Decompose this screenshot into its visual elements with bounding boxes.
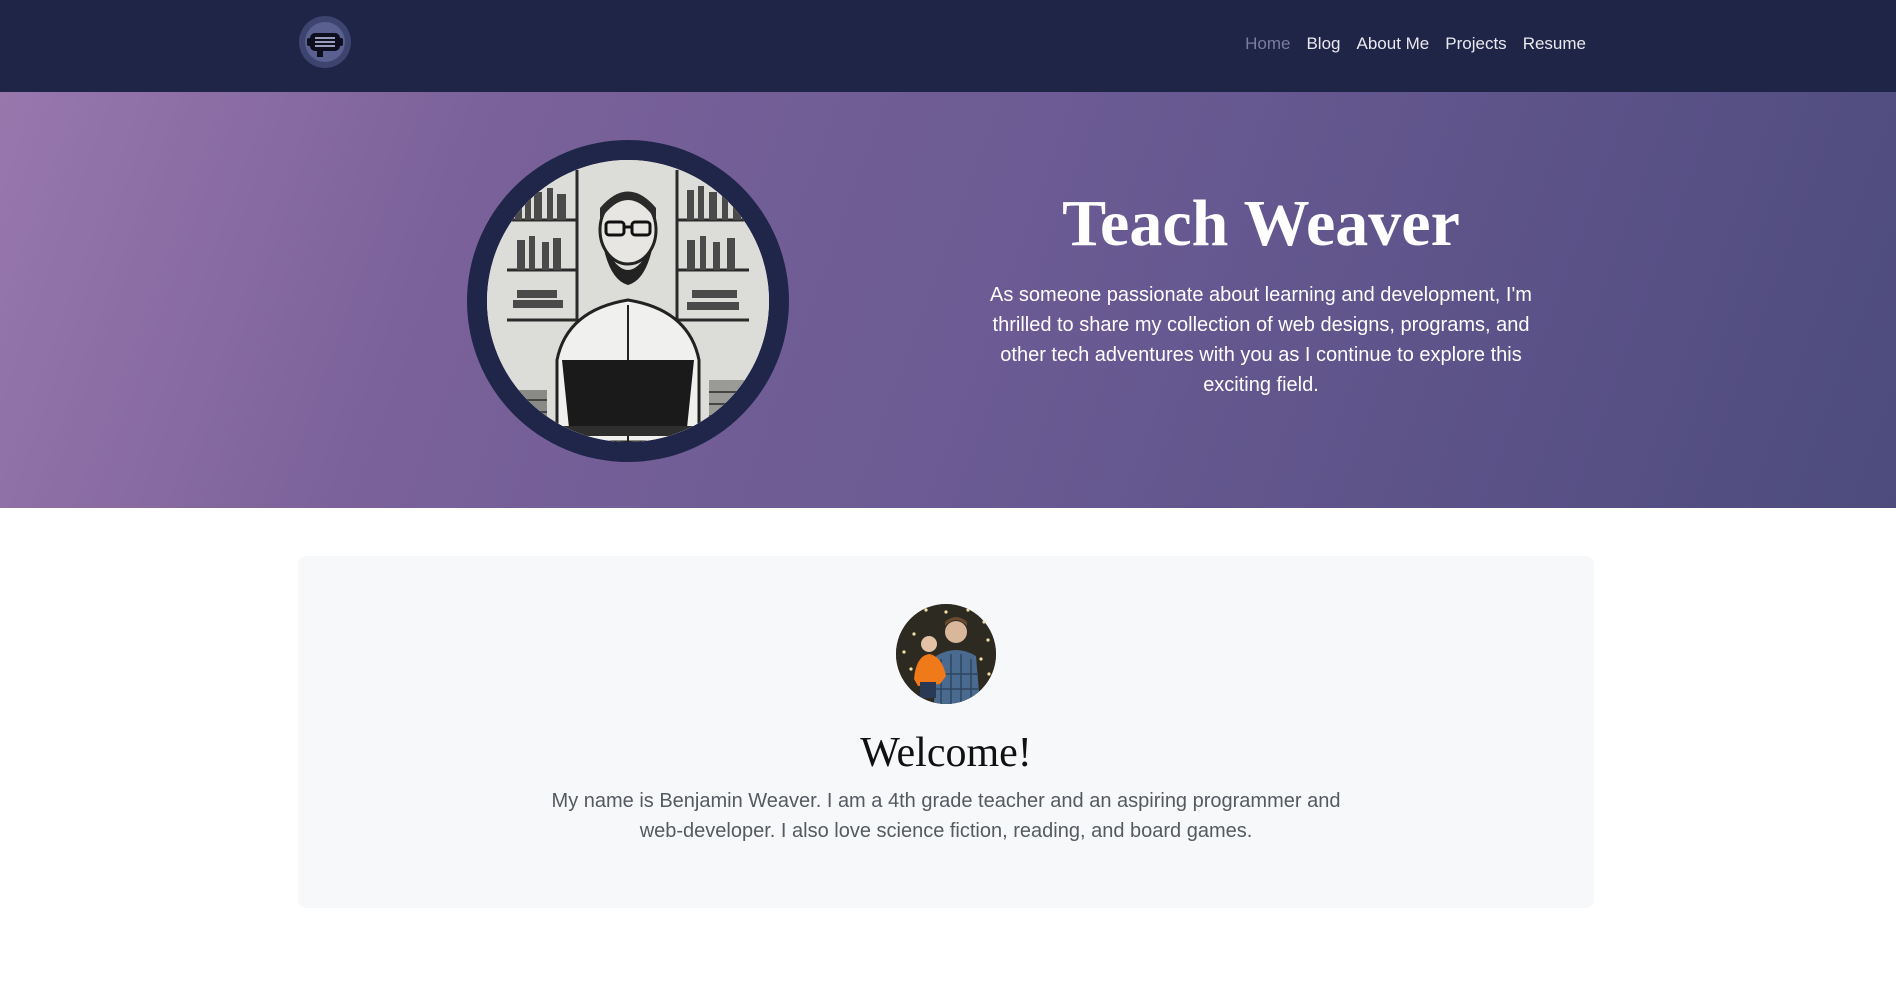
welcome-title: Welcome!: [860, 730, 1032, 776]
nav-resume-link[interactable]: Resume: [1523, 33, 1586, 55]
hero-portrait-frame: [467, 140, 789, 462]
logo-icon[interactable]: [299, 16, 351, 68]
navbar: Home Blog About Me Projects Resume: [0, 0, 1896, 92]
avatar: [896, 604, 996, 704]
hero-illustration: [487, 160, 769, 442]
hero-title: Teach Weaver: [1062, 187, 1460, 260]
nav-projects-link[interactable]: Projects: [1445, 33, 1506, 55]
welcome-text: My name is Benjamin Weaver. I am a 4th g…: [551, 790, 1341, 842]
nav-home-link[interactable]: Home: [1245, 33, 1290, 55]
hero-section: Teach Weaver As someone passionate about…: [0, 92, 1896, 508]
nav-blog-link[interactable]: Blog: [1306, 33, 1340, 55]
welcome-card: Welcome! My name is Benjamin Weaver. I a…: [298, 556, 1594, 908]
hero-text-block: Teach Weaver As someone passionate about…: [976, 184, 1546, 400]
nav-links: Home Blog About Me Projects Resume: [1229, 33, 1586, 55]
hero-subtitle: As someone passionate about learning and…: [990, 284, 1532, 396]
nav-about-link[interactable]: About Me: [1357, 33, 1430, 55]
